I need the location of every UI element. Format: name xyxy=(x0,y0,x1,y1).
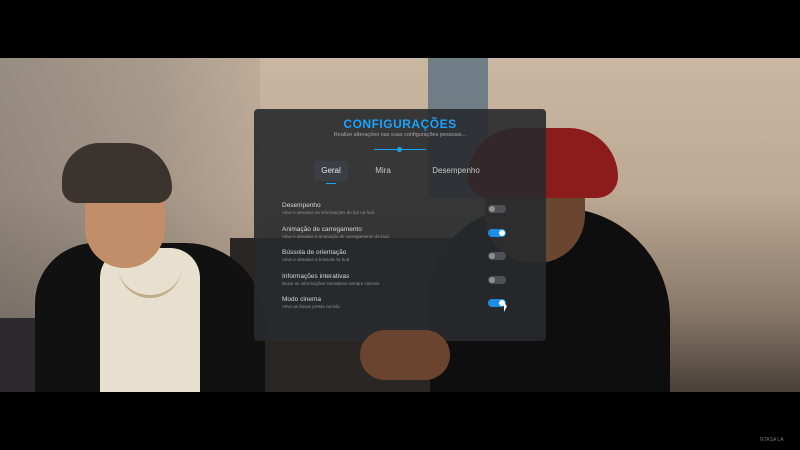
cinema-bar-top xyxy=(0,0,800,58)
cinema-bar-bottom xyxy=(0,392,800,450)
tab-bar: Geral Mira Desempenho xyxy=(314,161,494,184)
setting-row-modo-cinema: Modo cinema Ative as faixas pretas na te… xyxy=(282,293,516,317)
setting-row-bussola: Bússola de orientação Ative e desative a… xyxy=(282,246,516,270)
tab-geral[interactable]: Geral xyxy=(314,161,348,184)
mouse-cursor-icon xyxy=(504,303,507,312)
setting-title: Desempenho xyxy=(282,202,321,209)
watermark: NTASA LA xyxy=(760,437,784,443)
settings-panel: CONFIGURAÇÕES Realize alterações nas sua… xyxy=(254,109,546,341)
title-divider-dot xyxy=(397,147,402,152)
character-right-hand xyxy=(360,330,450,380)
setting-title: Bússola de orientação xyxy=(282,249,347,256)
toggle-knob xyxy=(489,206,495,212)
setting-title: Informações interativas xyxy=(282,272,350,280)
setting-row-animacao: Animação de carregamento Ative e desativ… xyxy=(282,223,516,247)
toggle-desempenho[interactable] xyxy=(488,205,506,213)
setting-description: Ative e desative a bússola na hud. xyxy=(282,257,351,262)
panel-title: CONFIGURAÇÕES xyxy=(343,117,457,131)
toggle-knob xyxy=(489,276,495,283)
setting-description: Deixe as informações interativas sempre … xyxy=(282,280,381,286)
toggle-animacao[interactable] xyxy=(488,228,506,237)
toggle-knob xyxy=(499,229,505,236)
setting-description: Ative e desative as informações de fps n… xyxy=(282,210,376,215)
settings-list: Desempenho Ative e desative as informaçõ… xyxy=(282,199,516,317)
setting-row-desempenho: Desempenho Ative e desative as informaçõ… xyxy=(282,199,516,223)
toggle-bussola[interactable] xyxy=(488,252,506,260)
toggle-informacoes[interactable] xyxy=(488,275,506,284)
tab-mira[interactable]: Mira xyxy=(368,161,398,181)
setting-title: Modo cinema xyxy=(282,296,322,303)
tab-desempenho[interactable]: Desempenho xyxy=(418,161,494,181)
panel-subtitle: Realize alterações nas suas configuraçõe… xyxy=(333,132,467,138)
setting-description: Ative e desative a animação de carregame… xyxy=(282,233,390,239)
toggle-knob xyxy=(489,253,495,259)
setting-description: Ative as faixas pretas na tela. xyxy=(282,304,341,309)
setting-row-informacoes: Informações interativas Deixe as informa… xyxy=(282,270,516,294)
setting-title: Animação de carregamento xyxy=(282,225,362,233)
